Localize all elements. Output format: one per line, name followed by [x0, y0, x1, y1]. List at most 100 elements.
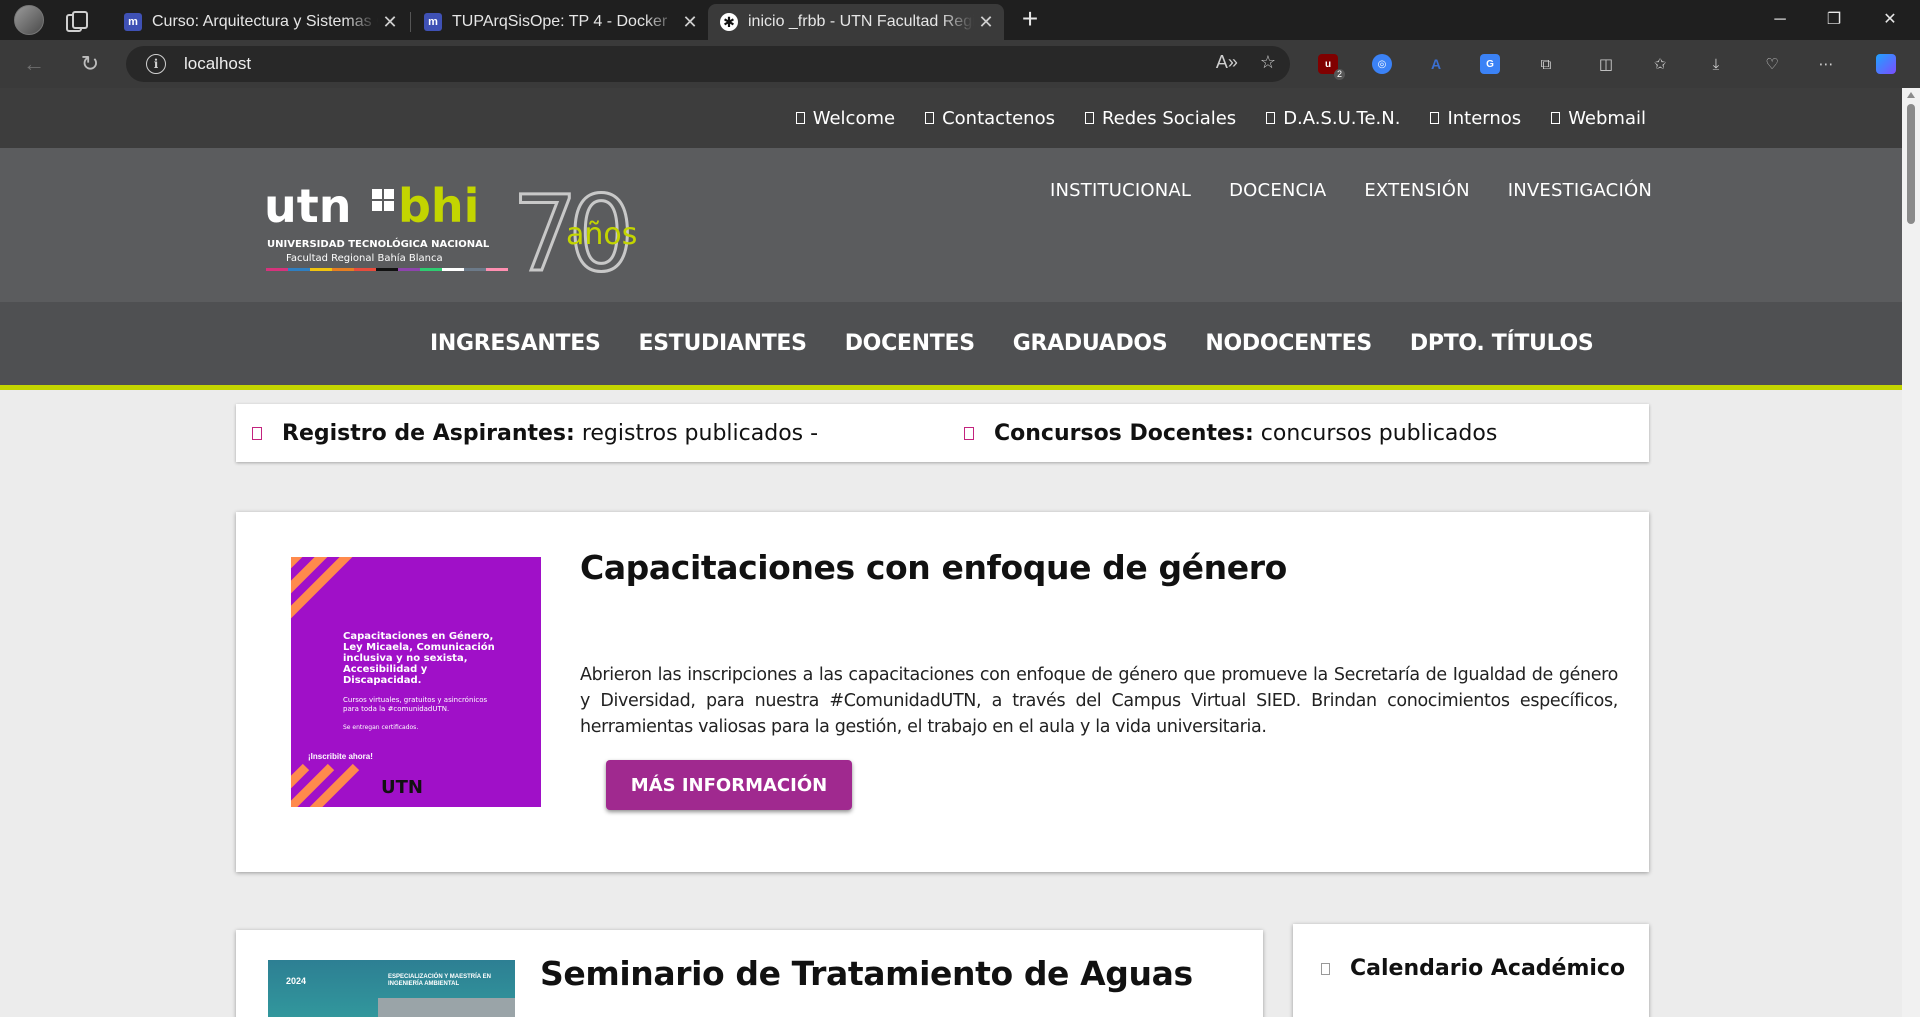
featured-title[interactable]: Capacitaciones con enfoque de género [580, 548, 1287, 587]
downloads-icon[interactable]: ⤓ [1704, 52, 1728, 76]
browser-tab-1[interactable]: m Curso: Arquitectura y Sistemas Operati… [112, 4, 408, 40]
more-menu-icon[interactable]: ⋯ [1814, 52, 1838, 76]
browser-toolbar: ← ↻ i localhost A» ☆ u 2 ◎ A G ⧉ ◫ ✩ ⤓ ♡… [0, 40, 1920, 88]
close-icon[interactable]: ✕ [378, 12, 402, 33]
notice-concursos-docentes[interactable]: Concursos Docentes: concursos publicados [964, 404, 1497, 462]
restore-button[interactable]: ❐ [1806, 0, 1862, 40]
nav-nodocentes[interactable]: NODOCENTES [1205, 331, 1372, 356]
news-card-seminario: 2024 ESPECIALIZACIÓN Y MAESTRÍA EN INGEN… [236, 930, 1263, 1017]
nav-ingresantes[interactable]: INGRESANTES [430, 331, 601, 356]
page-viewport: Welcome Contactenos Redes Sociales D.A.S… [0, 88, 1902, 1017]
main-nav: INSTITUCIONAL DOCENCIA EXTENSIÓN INVESTI… [1050, 180, 1652, 201]
logo-color-stripe [266, 268, 508, 271]
split-screen-icon[interactable]: ◫ [1594, 52, 1618, 76]
top-link-dasuten[interactable]: D.A.S.U.Te.N. [1266, 108, 1400, 129]
poster-brand: UTN [381, 777, 423, 798]
featured-news-card: Capacitaciones en Género, Ley Micaela, C… [236, 512, 1649, 872]
square-icon [795, 112, 805, 124]
more-info-button[interactable]: MÁS INFORMACIÓN [606, 760, 852, 810]
nav-dpto-titulos[interactable]: DPTO. TÍTULOS [1410, 331, 1594, 356]
logo-line2: Facultad Regional Bahía Blanca [286, 252, 443, 264]
notice-registro-aspirantes[interactable]: Registro de Aspirantes: registros public… [252, 404, 818, 462]
nav-institucional[interactable]: INSTITUCIONAL [1050, 180, 1191, 201]
notice-text: registros publicados - [581, 420, 819, 446]
square-icon [1551, 112, 1561, 124]
poster-subtext: Cursos virtuales, gratuitos y asincrónic… [343, 696, 488, 713]
notice-bar: Registro de Aspirantes: registros public… [236, 404, 1649, 462]
reload-button[interactable]: ↻ [74, 48, 106, 80]
logo-brand-right: bhi [398, 179, 479, 233]
square-icon [964, 426, 974, 440]
browser-tab-2[interactable]: m TUPArqSisOpe: TP 4 - Docker ✕ [412, 4, 708, 40]
top-link-redes-sociales[interactable]: Redes Sociales [1084, 108, 1236, 129]
logo-line1: UNIVERSIDAD TECNOLÓGICA NACIONAL [267, 237, 490, 250]
copilot-logo [1876, 54, 1896, 74]
utn-emblem-icon [372, 189, 394, 211]
read-aloud-icon[interactable]: A» [1216, 52, 1238, 73]
moodle-icon: m [124, 13, 142, 31]
page-scrollbar[interactable] [1902, 88, 1920, 1017]
url-text[interactable]: localhost [184, 54, 251, 74]
notice-label: Registro de Aspirantes: [282, 420, 575, 446]
ublock-extension-icon[interactable]: u 2 [1316, 52, 1345, 80]
top-link-label: Welcome [812, 107, 896, 129]
square-icon [1266, 112, 1276, 124]
calendar-link[interactable]: Calendario Académico [1321, 956, 1625, 981]
top-link-label: Webmail [1568, 107, 1646, 129]
tab-title: TUPArqSisOpe: TP 4 - Docker [452, 13, 668, 30]
scroll-up-arrow-icon[interactable] [1907, 92, 1915, 98]
top-link-webmail[interactable]: Webmail [1551, 108, 1646, 129]
audience-nav: INGRESANTES ESTUDIANTES DOCENTES GRADUAD… [0, 302, 1902, 390]
square-icon [252, 426, 262, 440]
moodle-icon: m [424, 13, 442, 31]
featured-poster-image[interactable]: Capacitaciones en Género, Ley Micaela, C… [291, 557, 541, 807]
copilot-icon[interactable] [1874, 52, 1898, 76]
thumb-year: 2024 [286, 976, 307, 986]
search-extension-icon[interactable]: ◎ [1370, 52, 1394, 76]
top-link-welcome[interactable]: Welcome [795, 107, 896, 129]
top-link-internos[interactable]: Internos [1430, 108, 1521, 129]
nav-estudiantes[interactable]: ESTUDIANTES [639, 331, 808, 356]
favorites-icon[interactable]: ✩ [1648, 52, 1672, 76]
utn-70-logo[interactable]: utn bhi UNIVERSIDAD TECNOLÓGICA NACIONAL… [264, 172, 664, 282]
translate-extension-icon[interactable]: G [1478, 52, 1502, 76]
dictionary-icon: A [1430, 56, 1442, 72]
poster-note: Se entregan certificados. [343, 724, 419, 731]
site-info-icon[interactable]: i [146, 54, 166, 74]
favorite-star-icon[interactable]: ☆ [1260, 52, 1276, 73]
tab-separator [410, 12, 411, 32]
site-header: utn bhi UNIVERSIDAD TECNOLÓGICA NACIONAL… [0, 148, 1902, 302]
translate-icon: G [1480, 54, 1500, 74]
poster-heading: Capacitaciones en Género, Ley Micaela, C… [343, 631, 495, 686]
new-tab-button[interactable]: + [1016, 5, 1044, 34]
back-button[interactable]: ← [18, 48, 50, 80]
nav-graduados[interactable]: GRADUADOS [1013, 331, 1168, 356]
calendar-title: Calendario Académico [1350, 956, 1626, 981]
address-bar[interactable]: i localhost A» ☆ [126, 46, 1290, 82]
profile-avatar[interactable] [14, 5, 44, 35]
browser-tab-bar: m Curso: Arquitectura y Sistemas Operati… [0, 0, 1920, 40]
seminario-thumbnail-image[interactable]: 2024 ESPECIALIZACIÓN Y MAESTRÍA EN INGEN… [268, 960, 515, 1017]
minimize-button[interactable]: ─ [1752, 0, 1808, 40]
square-icon [1430, 112, 1440, 124]
close-icon[interactable]: ✕ [678, 12, 702, 33]
thumb-photo [378, 998, 515, 1017]
featured-body: Abrieron las inscripciones a las capacit… [580, 665, 1618, 737]
browser-essentials-icon[interactable]: ♡ [1760, 52, 1784, 76]
utn-icon: ✱ [720, 13, 738, 31]
extensions-puzzle-icon[interactable]: ⧉ [1534, 52, 1558, 76]
close-icon[interactable]: ✕ [974, 12, 998, 33]
close-window-button[interactable]: ✕ [1862, 0, 1918, 40]
site-top-bar: Welcome Contactenos Redes Sociales D.A.S… [0, 88, 1902, 148]
nav-investigacion[interactable]: INVESTIGACIÓN [1508, 180, 1652, 201]
scroll-thumb[interactable] [1907, 104, 1915, 224]
browser-tab-3-active[interactable]: ✱ inicio _frbb - UTN Facultad Regional B… [708, 4, 1004, 40]
nav-docentes[interactable]: DOCENTES [845, 331, 975, 356]
nav-docencia[interactable]: DOCENCIA [1229, 180, 1326, 201]
nav-extension[interactable]: EXTENSIÓN [1364, 180, 1469, 201]
dictionary-extension-icon[interactable]: A [1424, 52, 1448, 76]
seminario-title[interactable]: Seminario de Tratamiento de Aguas [540, 954, 1193, 993]
workspaces-icon[interactable] [64, 9, 88, 32]
top-link-contactenos[interactable]: Contactenos [925, 108, 1055, 129]
logo-brand-left: utn [264, 179, 352, 233]
